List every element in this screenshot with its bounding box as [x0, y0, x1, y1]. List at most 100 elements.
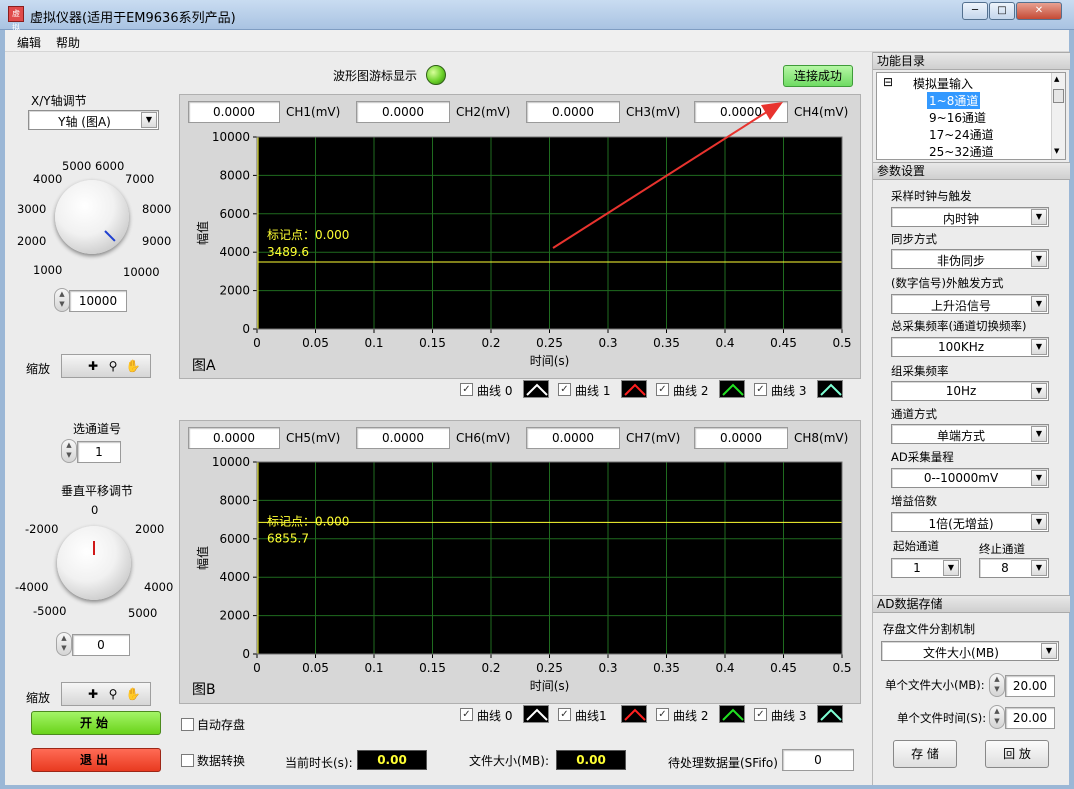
cursor-display-led[interactable]	[426, 65, 446, 85]
menu-help[interactable]: 帮助	[56, 34, 80, 51]
curve-0-swatch[interactable]	[523, 380, 549, 398]
curve-0-swatch[interactable]	[523, 705, 549, 723]
range-value-box[interactable]: 10000	[69, 290, 127, 312]
channel-spinner[interactable]: ▲ ▼	[61, 439, 77, 463]
split-select[interactable]: 文件大小(MB) ▼	[881, 641, 1059, 661]
filesize-readout: 0.00	[556, 750, 626, 770]
curve-1-checkbox[interactable]: ✓	[558, 383, 571, 396]
curve-1-label: 曲线 1	[575, 384, 611, 398]
curve-1-swatch[interactable]	[621, 705, 647, 723]
offset-value-box[interactable]: 0	[72, 634, 130, 656]
close-button[interactable]: ✕	[1016, 2, 1062, 20]
maximize-button[interactable]: □	[989, 2, 1015, 20]
curve-3-checkbox[interactable]: ✓	[754, 708, 767, 721]
menu-edit[interactable]: 编辑	[17, 34, 41, 51]
exit-button[interactable]: 退出	[31, 748, 161, 772]
x-tick-label: 0.2	[481, 336, 500, 350]
knob-top-tick: 2000	[17, 234, 47, 248]
end-channel-select[interactable]: 8 ▼	[979, 558, 1049, 578]
curve-1-label: 曲线1	[575, 709, 607, 723]
range-spinner[interactable]: ▲ ▼	[54, 288, 70, 312]
auto-save-label: 自动存盘	[197, 718, 246, 732]
start-button[interactable]: 开始	[31, 711, 161, 735]
cursor-display-label: 波形图游标显示	[333, 69, 418, 83]
param-label: 通道方式	[891, 407, 937, 421]
param-select-gain[interactable]: 1倍(无增益) ▼	[891, 512, 1049, 532]
hand-pan-icon[interactable]: ✋	[124, 686, 142, 702]
curve-0-checkbox[interactable]: ✓	[460, 708, 473, 721]
zoom-icon[interactable]: ⚲	[104, 358, 122, 374]
y-tick-label: 0	[242, 322, 250, 336]
param-select-trigger[interactable]: 上升沿信号 ▼	[891, 294, 1049, 314]
curve-0-label: 曲线 0	[477, 384, 513, 398]
param-label: 组采集频率	[891, 364, 949, 378]
curve-2-checkbox[interactable]: ✓	[656, 708, 669, 721]
param-select-total-freq[interactable]: 100KHz ▼	[891, 337, 1049, 357]
curve-3-swatch[interactable]	[817, 705, 843, 723]
chevron-down-icon: ▼	[1041, 643, 1057, 659]
y-axis-label: 幅值	[195, 546, 210, 570]
zoom-icon[interactable]: ⚲	[104, 686, 122, 702]
file-time-spinner[interactable]: ▲ ▼	[989, 705, 1005, 729]
curve-3-swatch[interactable]	[817, 380, 843, 398]
vertical-offset-knob[interactable]	[57, 526, 131, 600]
param-select-range[interactable]: 0--10000mV ▼	[891, 468, 1049, 488]
replay-button[interactable]: 回 放	[985, 740, 1049, 768]
curve-2-label: 曲线 2	[673, 709, 709, 723]
y-tick-label: 6000	[219, 207, 250, 221]
param-select-channel-mode[interactable]: 单端方式 ▼	[891, 424, 1049, 444]
range-knob[interactable]	[55, 180, 129, 254]
knob-pointer	[93, 541, 95, 555]
chart-a-name: 图A	[192, 358, 216, 374]
y-tick-label: 2000	[219, 284, 250, 298]
curve-3-checkbox[interactable]: ✓	[754, 383, 767, 396]
offset-spinner[interactable]: ▲ ▼	[56, 632, 72, 656]
main-client-area: 波形图游标显示 连接成功 X/Y轴调节 Y轴 (图A) ▼ 1000 2000 …	[5, 52, 1070, 785]
chevron-down-icon: ▼	[141, 112, 157, 128]
x-tick-label: 0.5	[832, 336, 851, 350]
auto-save-checkbox[interactable]	[181, 718, 194, 731]
app-icon: 虚拟	[8, 6, 24, 32]
x-tick-label: 0.2	[481, 661, 500, 675]
chart-b-panel: 0.0000 CH5(mV) 0.0000 CH6(mV) 0.0000 CH7…	[179, 420, 861, 704]
crosshair-icon[interactable]: ✚	[84, 358, 102, 374]
data-convert-checkbox[interactable]	[181, 754, 194, 767]
curve-2-checkbox[interactable]: ✓	[656, 383, 669, 396]
curve-2-swatch[interactable]	[719, 380, 745, 398]
file-size-spinner[interactable]: ▲ ▼	[989, 673, 1005, 697]
chart-b-svg[interactable]: 0 0.05 0.1 0.15 0.2 0.25 0.3 0.35 0.4 0.45 0.5 0 200…	[180, 456, 860, 701]
file-time-input[interactable]: 20.00	[1005, 707, 1055, 729]
ch5-label: CH5(mV)	[286, 431, 341, 445]
offset-knob-tick: 0	[91, 503, 99, 517]
ch2-label: CH2(mV)	[456, 105, 511, 119]
x-tick-label: 0.45	[770, 661, 797, 675]
x-tick-label: 0.3	[598, 336, 617, 350]
x-tick-label: 0.35	[653, 661, 680, 675]
zoom-toolbar-a: ✚ ⚲ ✋	[61, 354, 151, 378]
knob-top-tick: 7000	[125, 172, 155, 186]
start-channel-select[interactable]: 1 ▼	[891, 558, 961, 578]
param-label: 总采集频率(通道切换频率)	[891, 319, 1027, 333]
channel-value-box[interactable]: 1	[77, 441, 121, 463]
curve-1-checkbox[interactable]: ✓	[558, 708, 571, 721]
xy-axis-select[interactable]: Y轴 (图A) ▼	[28, 110, 159, 130]
save-button[interactable]: 存 储	[893, 740, 957, 768]
y-tick-label: 2000	[219, 609, 250, 623]
curve-1-swatch[interactable]	[621, 380, 647, 398]
curve-0-checkbox[interactable]: ✓	[460, 383, 473, 396]
chevron-down-icon: ▼	[1031, 514, 1047, 530]
param-select-group-freq[interactable]: 10Hz ▼	[891, 381, 1049, 401]
x-tick-label: 0.4	[715, 661, 734, 675]
x-axis-label: 时间(s)	[530, 679, 570, 693]
crosshair-icon[interactable]: ✚	[84, 686, 102, 702]
minimize-button[interactable]: ─	[962, 2, 988, 20]
marker-value: 3489.6	[267, 245, 309, 259]
curve-2-swatch[interactable]	[719, 705, 745, 723]
chevron-down-icon: ▼	[1031, 209, 1047, 225]
hand-pan-icon[interactable]: ✋	[124, 358, 142, 374]
tree-scrollbar[interactable]: ▲ ▼	[1051, 73, 1065, 159]
chevron-down-icon: ▼	[1031, 470, 1047, 486]
file-size-input[interactable]: 20.00	[1005, 675, 1055, 697]
split-label: 存盘文件分割机制	[883, 622, 975, 636]
x-tick-label: 0.45	[770, 336, 797, 350]
